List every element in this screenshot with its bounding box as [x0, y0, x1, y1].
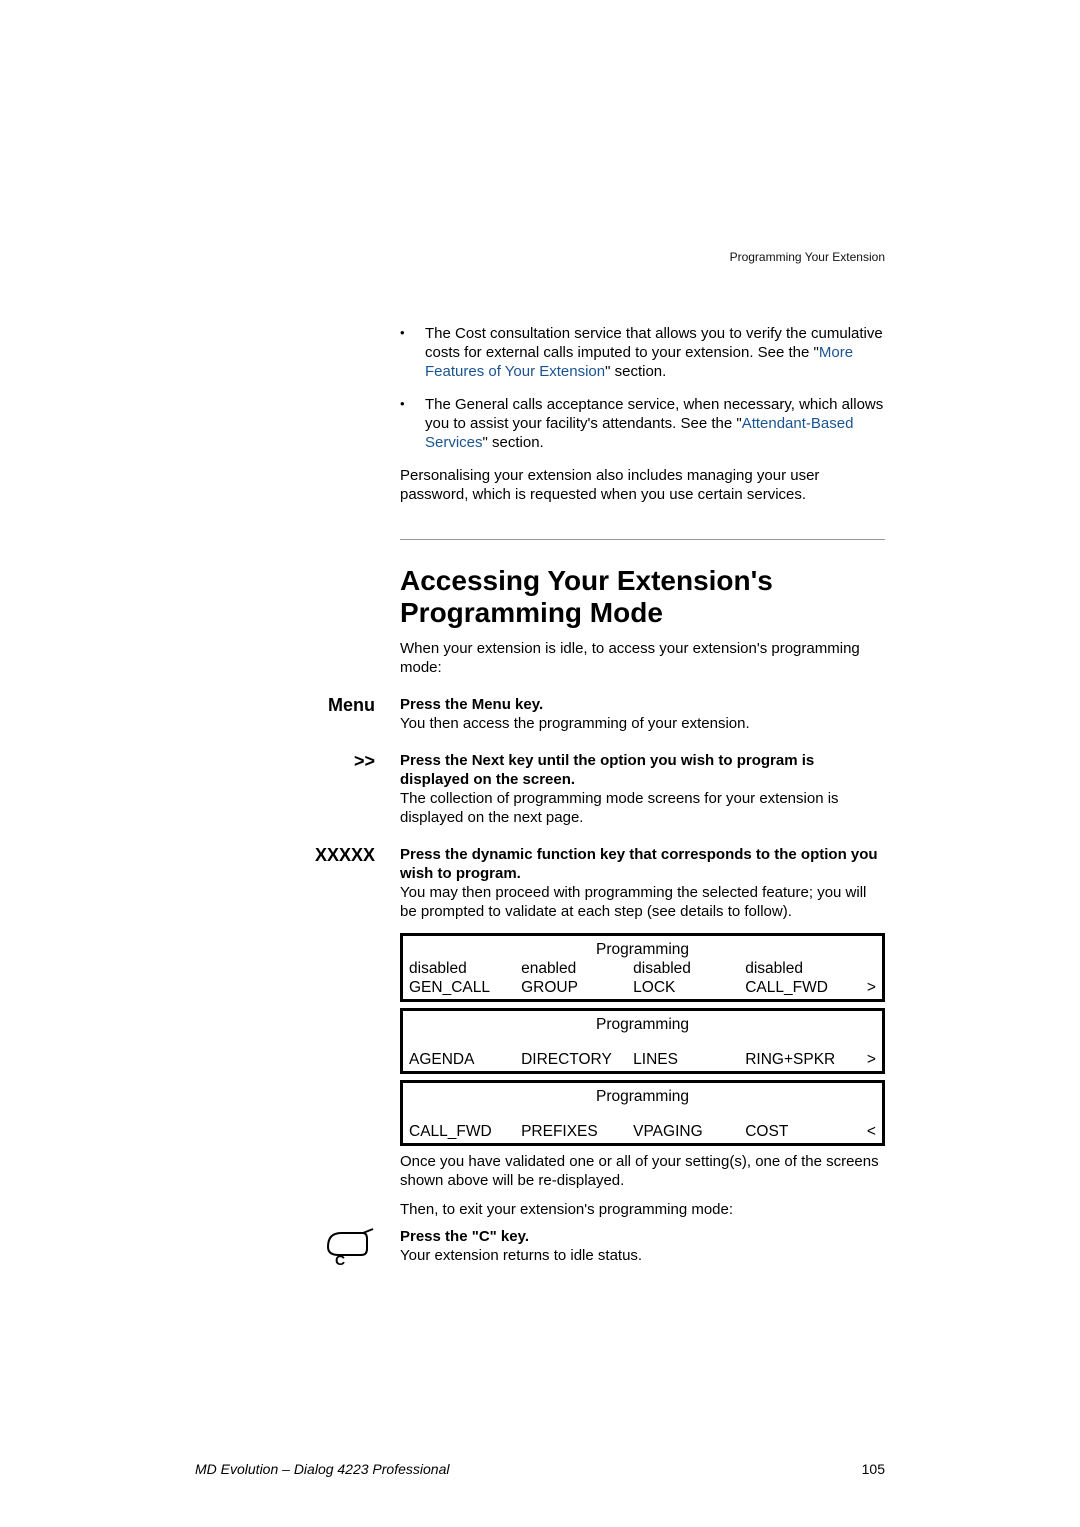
step-menu: Menu Press the Menu key. You then access…: [195, 695, 885, 733]
lcd-screen-3: Programming CALL_FWD PREFIXES VPAGING CO…: [400, 1080, 885, 1146]
intro-paragraph: Personalising your extension also includ…: [400, 466, 885, 504]
after-screens-text: Once you have validated one or all of yo…: [400, 1152, 885, 1190]
section-divider: [400, 539, 885, 540]
step-dynamic: XXXXX Press the dynamic function key tha…: [195, 845, 885, 1219]
bullet-item: • The Cost consultation service that all…: [400, 324, 885, 381]
step-dyn-bold: Press the dynamic function key that corr…: [400, 845, 885, 883]
bullet-post: " section.: [483, 434, 544, 451]
section-heading: Accessing Your Extension's Programming M…: [400, 565, 885, 629]
lcd-cell: PREFIXES: [521, 1122, 628, 1141]
step-label-next: >>: [195, 751, 400, 772]
lcd-cell: GEN_CALL: [409, 978, 516, 997]
lcd-cell: COST: [745, 1122, 852, 1141]
bullet-post: " section.: [605, 363, 666, 380]
step-menu-bold: Press the Menu key.: [400, 695, 885, 714]
c-key-icon: C: [325, 1249, 375, 1269]
step-next-text: The collection of programming mode scree…: [400, 789, 885, 827]
lcd-arrow-right-icon: >: [857, 978, 876, 997]
step-next-bold: Press the Next key until the option you …: [400, 751, 885, 789]
lcd-cell: GROUP: [521, 978, 628, 997]
page-header-tag: Programming Your Extension: [195, 250, 885, 264]
page-footer: MD Evolution – Dialog 4223 Professional …: [195, 1461, 885, 1477]
section-intro: When your extension is idle, to access y…: [400, 639, 885, 677]
lcd-cell: CALL_FWD: [409, 1122, 516, 1141]
step-dyn-text: You may then proceed with programming th…: [400, 883, 885, 921]
bullet-item: • The General calls acceptance service, …: [400, 395, 885, 452]
lcd-screen-1: Programming disabled enabled disabled di…: [400, 933, 885, 1002]
lcd-cell: disabled: [633, 959, 740, 978]
lcd-title: Programming: [409, 1087, 876, 1106]
lcd-screen-2: Programming AGENDA DIRECTORY LINES RING+…: [400, 1008, 885, 1074]
step-menu-text: You then access the programming of your …: [400, 714, 885, 733]
lcd-arrow-left-icon: <: [857, 1122, 876, 1141]
lcd-cell: DIRECTORY: [521, 1050, 628, 1069]
lcd-cell: AGENDA: [409, 1050, 516, 1069]
footer-page-number: 105: [862, 1461, 885, 1477]
lcd-cell: LOCK: [633, 978, 740, 997]
lcd-cell: disabled: [745, 959, 852, 978]
svg-text:C: C: [335, 1252, 345, 1265]
bullet-dot: •: [400, 395, 425, 413]
bullet-dot: •: [400, 324, 425, 342]
step-next: >> Press the Next key until the option y…: [195, 751, 885, 827]
step-label-menu: Menu: [195, 695, 400, 716]
c-key-text: Your extension returns to idle status.: [400, 1246, 885, 1265]
step-c-key: C Press the "C" key. Your extension retu…: [195, 1227, 885, 1270]
bullet-pre: The Cost consultation service that allow…: [425, 325, 883, 361]
lcd-cell: disabled: [409, 959, 516, 978]
lcd-cell: RING+SPKR: [745, 1050, 852, 1069]
footer-product: MD Evolution – Dialog 4223 Professional: [195, 1461, 449, 1477]
exit-intro-text: Then, to exit your extension's programmi…: [400, 1200, 885, 1219]
lcd-cell: CALL_FWD: [745, 978, 852, 997]
step-label-dynamic: XXXXX: [195, 845, 400, 866]
lcd-cell: enabled: [521, 959, 628, 978]
lcd-arrow-right-icon: >: [857, 1050, 876, 1069]
lcd-cell: VPAGING: [633, 1122, 740, 1141]
bullet-text: The Cost consultation service that allow…: [425, 324, 885, 381]
bullet-text: The General calls acceptance service, wh…: [425, 395, 885, 452]
lcd-title: Programming: [409, 1015, 876, 1034]
c-key-bold: Press the "C" key.: [400, 1227, 885, 1246]
lcd-cell: LINES: [633, 1050, 740, 1069]
lcd-title: Programming: [409, 940, 876, 959]
